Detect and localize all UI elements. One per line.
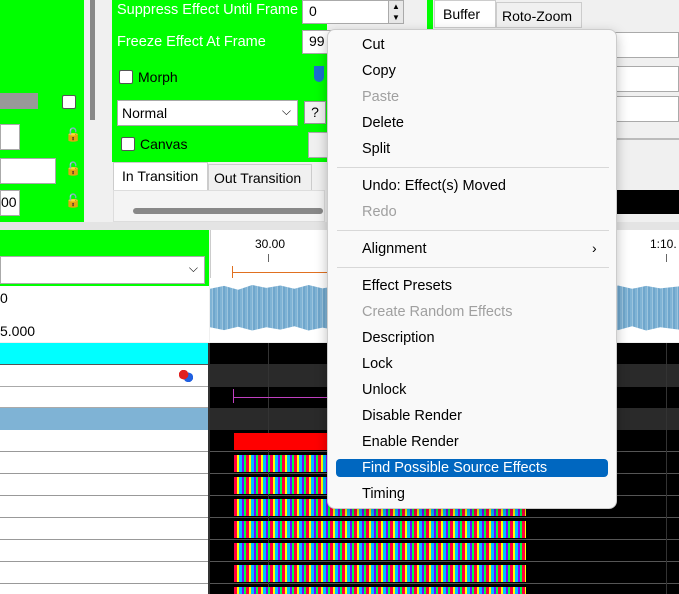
lock-icon[interactable]: 🔓 xyxy=(65,162,81,177)
tab-out-transition[interactable]: Out Transition xyxy=(208,164,312,190)
value-field-2[interactable] xyxy=(0,158,56,184)
right-field-1[interactable] xyxy=(614,32,679,58)
suppress-value: 0 xyxy=(309,3,317,19)
help-button[interactable]: ? xyxy=(304,101,326,124)
play-marker-line xyxy=(232,272,332,273)
tab-in-transition[interactable]: In Transition xyxy=(113,162,208,190)
left-panel-scrollbar[interactable] xyxy=(84,0,100,222)
tab-roto-zoom-label: Roto-Zoom xyxy=(502,8,573,24)
tab-in-transition-label: In Transition xyxy=(122,168,199,184)
menu-item-split[interactable]: Split xyxy=(362,141,390,157)
lock-icon[interactable]: 🔓 xyxy=(65,194,81,209)
suppress-spinner[interactable]: ▲ ▼ xyxy=(388,0,404,24)
chevron-down-icon: ⌵ xyxy=(281,104,291,118)
canvas-label: Canvas xyxy=(140,136,188,152)
menu-item-alignment[interactable]: Alignment xyxy=(362,241,426,257)
option-checkbox[interactable] xyxy=(62,95,76,109)
freeze-value: 99 xyxy=(309,33,325,49)
preview-black-bar xyxy=(614,190,679,214)
time-tick: 30.00 xyxy=(255,237,286,251)
value-field-1[interactable] xyxy=(0,124,20,150)
transition-scrollbar[interactable] xyxy=(133,208,323,214)
menu-item-unlock[interactable]: Unlock xyxy=(362,382,406,398)
blend-mode-select[interactable]: Normal ⌵ xyxy=(117,100,298,126)
effect-block[interactable] xyxy=(234,521,526,538)
chevron-right-icon: › xyxy=(592,240,597,256)
menu-separator xyxy=(337,167,609,168)
menu-item-undo[interactable]: Undo: Effect(s) Moved xyxy=(362,178,506,194)
left-panel-scrollbar-thumb[interactable] xyxy=(90,0,95,120)
ruler-tick-line xyxy=(268,254,269,262)
context-menu: Cut Copy Paste Delete Split Undo: Effect… xyxy=(327,29,617,509)
tab-buffer[interactable]: Buffer xyxy=(434,0,496,28)
menu-item-timing[interactable]: Timing xyxy=(362,486,405,502)
menu-separator xyxy=(337,267,609,268)
row-value-bottom: 5.000 xyxy=(0,323,36,339)
row-header-list[interactable] xyxy=(0,430,209,594)
ruler-tick-line xyxy=(666,254,667,262)
effect-block[interactable] xyxy=(234,565,526,582)
effect-block-red[interactable] xyxy=(234,433,328,450)
menu-item-paste[interactable]: Paste xyxy=(362,89,399,105)
row-header-cyan[interactable] xyxy=(0,343,209,364)
timeline-layer-select[interactable]: ⌵ xyxy=(0,256,205,284)
menu-item-disable-render[interactable]: Disable Render xyxy=(362,408,462,424)
menu-item-delete[interactable]: Delete xyxy=(362,115,404,131)
transition-content-area xyxy=(113,190,325,222)
left-properties-panel xyxy=(0,0,84,222)
menu-item-redo[interactable]: Redo xyxy=(362,204,397,220)
row-header[interactable] xyxy=(0,387,209,408)
right-panel-divider xyxy=(614,138,679,140)
blend-mode-value: Normal xyxy=(122,105,168,121)
menu-item-cut[interactable]: Cut xyxy=(362,37,385,53)
menu-item-enable-render[interactable]: Enable Render xyxy=(362,434,459,450)
value-field-3[interactable]: 00 xyxy=(0,190,20,216)
marker-line-magenta xyxy=(233,397,328,398)
menu-item-find-possible-source-effects[interactable]: Find Possible Source Effects xyxy=(336,459,608,477)
morph-checkbox[interactable] xyxy=(119,70,133,84)
menu-item-find-possible-source-effects-label: Find Possible Source Effects xyxy=(362,460,548,476)
row-value-top: 0 xyxy=(0,290,8,306)
value-field-3-text: 00 xyxy=(1,194,17,210)
menu-separator xyxy=(337,230,609,231)
tab-buffer-label: Buffer xyxy=(443,6,481,22)
effect-block[interactable] xyxy=(234,587,526,594)
effect-type-icon xyxy=(178,369,194,383)
menu-item-description[interactable]: Description xyxy=(362,330,435,346)
menu-item-copy[interactable]: Copy xyxy=(362,63,396,79)
right-field-3[interactable] xyxy=(614,96,679,122)
marker-tick-magenta xyxy=(233,389,234,403)
menu-item-effect-presets[interactable]: Effect Presets xyxy=(362,278,452,294)
time-tick: 1:10. xyxy=(650,237,677,251)
suppress-label: Suppress Effect Until Frame xyxy=(117,2,299,18)
tab-roto-zoom[interactable]: Roto-Zoom xyxy=(496,2,582,28)
slider-track[interactable] xyxy=(0,93,38,109)
canvas-checkbox[interactable] xyxy=(121,137,135,151)
tab-out-transition-label: Out Transition xyxy=(214,170,302,186)
canvas-button[interactable] xyxy=(308,132,328,158)
row-header-selected[interactable] xyxy=(0,408,209,430)
effect-block[interactable] xyxy=(234,543,526,560)
suppress-frame-input[interactable]: 0 xyxy=(302,0,390,24)
chevron-down-icon: ⌵ xyxy=(188,261,198,275)
right-field-2[interactable] xyxy=(614,66,679,92)
lock-icon[interactable]: 🔓 xyxy=(65,128,81,143)
menu-item-lock[interactable]: Lock xyxy=(362,356,393,372)
morph-slider-thumb[interactable] xyxy=(314,66,324,82)
freeze-label: Freeze Effect At Frame xyxy=(117,34,266,50)
morph-label: Morph xyxy=(138,69,178,85)
menu-item-create-random-effects[interactable]: Create Random Effects xyxy=(362,304,512,320)
gridline xyxy=(666,343,667,594)
